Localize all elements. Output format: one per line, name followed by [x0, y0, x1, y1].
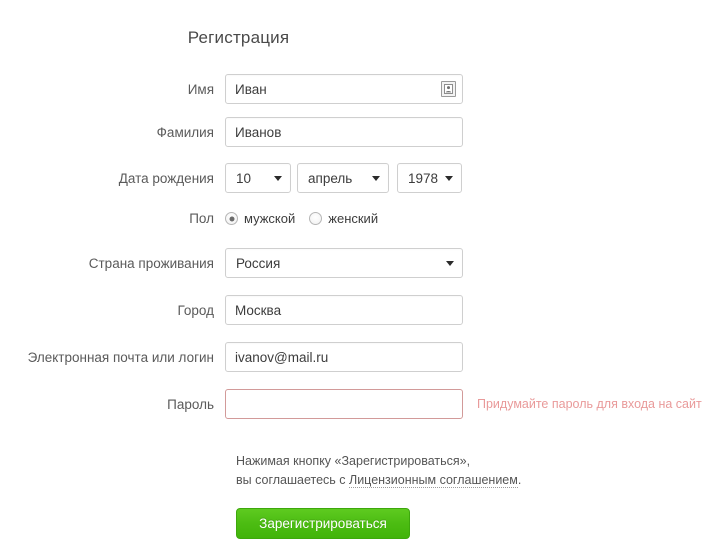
city-input[interactable] [225, 295, 463, 325]
field-row-email: Электронная почта или логин [0, 342, 463, 372]
page-title: Регистрация [187, 28, 290, 47]
birth-year-value: 1978 [408, 170, 439, 186]
agreement-line-2: вы соглашаетесь с Лицензионным соглашени… [236, 471, 521, 490]
birth-month-select[interactable]: апрель [297, 163, 389, 193]
country-label: Страна проживания [88, 255, 214, 271]
birth-day-select[interactable]: 10 [225, 163, 291, 193]
agreement-text: Нажимая кнопку «Зарегистрироваться», вы … [236, 452, 521, 490]
password-input[interactable] [225, 389, 463, 419]
submit-button[interactable]: Зарегистрироваться [236, 508, 410, 539]
first-name-input[interactable] [225, 74, 463, 104]
field-row-city: Город [0, 295, 463, 325]
gender-radio-group: мужской женский [225, 211, 378, 226]
gender-option-male-label: мужской [244, 211, 296, 226]
gender-option-female-label: женский [328, 211, 379, 226]
gender-label: Пол [189, 211, 214, 226]
first-name-label: Имя [187, 81, 214, 97]
agreement-line-2-prefix: вы соглашаетесь с [236, 473, 349, 487]
chevron-down-icon [446, 260, 454, 266]
radio-male-icon[interactable] [225, 212, 238, 225]
contact-card-icon[interactable] [441, 81, 456, 97]
password-hint: Придумайте пароль для входа на сайт [477, 397, 702, 411]
license-agreement-link[interactable]: Лицензионным соглашением [348, 473, 518, 488]
gender-option-male[interactable]: мужской [225, 211, 295, 226]
birth-month-value: апрель [308, 170, 353, 186]
first-name-input-wrap [225, 74, 463, 104]
birth-year-select[interactable]: 1978 [397, 163, 462, 193]
field-row-last-name: Фамилия [0, 117, 463, 147]
country-select[interactable]: Россия [225, 248, 463, 278]
field-row-birth-date: Дата рождения 10 апрель 1978 [0, 163, 462, 193]
last-name-input[interactable] [225, 117, 463, 147]
registration-page: Регистрация Имя Фамилия Дата рождения 10 [0, 0, 714, 555]
radio-female-icon[interactable] [309, 212, 323, 225]
birth-date-label: Дата рождения [118, 170, 214, 186]
chevron-down-icon [445, 175, 453, 181]
email-input[interactable] [225, 342, 463, 372]
email-label: Электронная почта или логин [27, 349, 214, 365]
password-label: Пароль [167, 396, 214, 412]
field-row-first-name: Имя [0, 74, 463, 104]
agreement-line-2-suffix: . [517, 473, 522, 487]
field-row-gender: Пол мужской женский [0, 211, 378, 226]
city-label: Город [177, 302, 214, 318]
chevron-down-icon [274, 175, 282, 181]
birth-day-value: 10 [236, 170, 252, 186]
chevron-down-icon [372, 175, 380, 181]
agreement-line-1: Нажимая кнопку «Зарегистрироваться», [236, 454, 471, 468]
field-row-password: Пароль Придумайте пароль для входа на са… [0, 389, 702, 419]
gender-option-female[interactable]: женский [309, 211, 378, 226]
country-value: Россия [236, 255, 281, 271]
field-row-country: Страна проживания Россия [0, 248, 463, 278]
last-name-label: Фамилия [156, 124, 214, 140]
